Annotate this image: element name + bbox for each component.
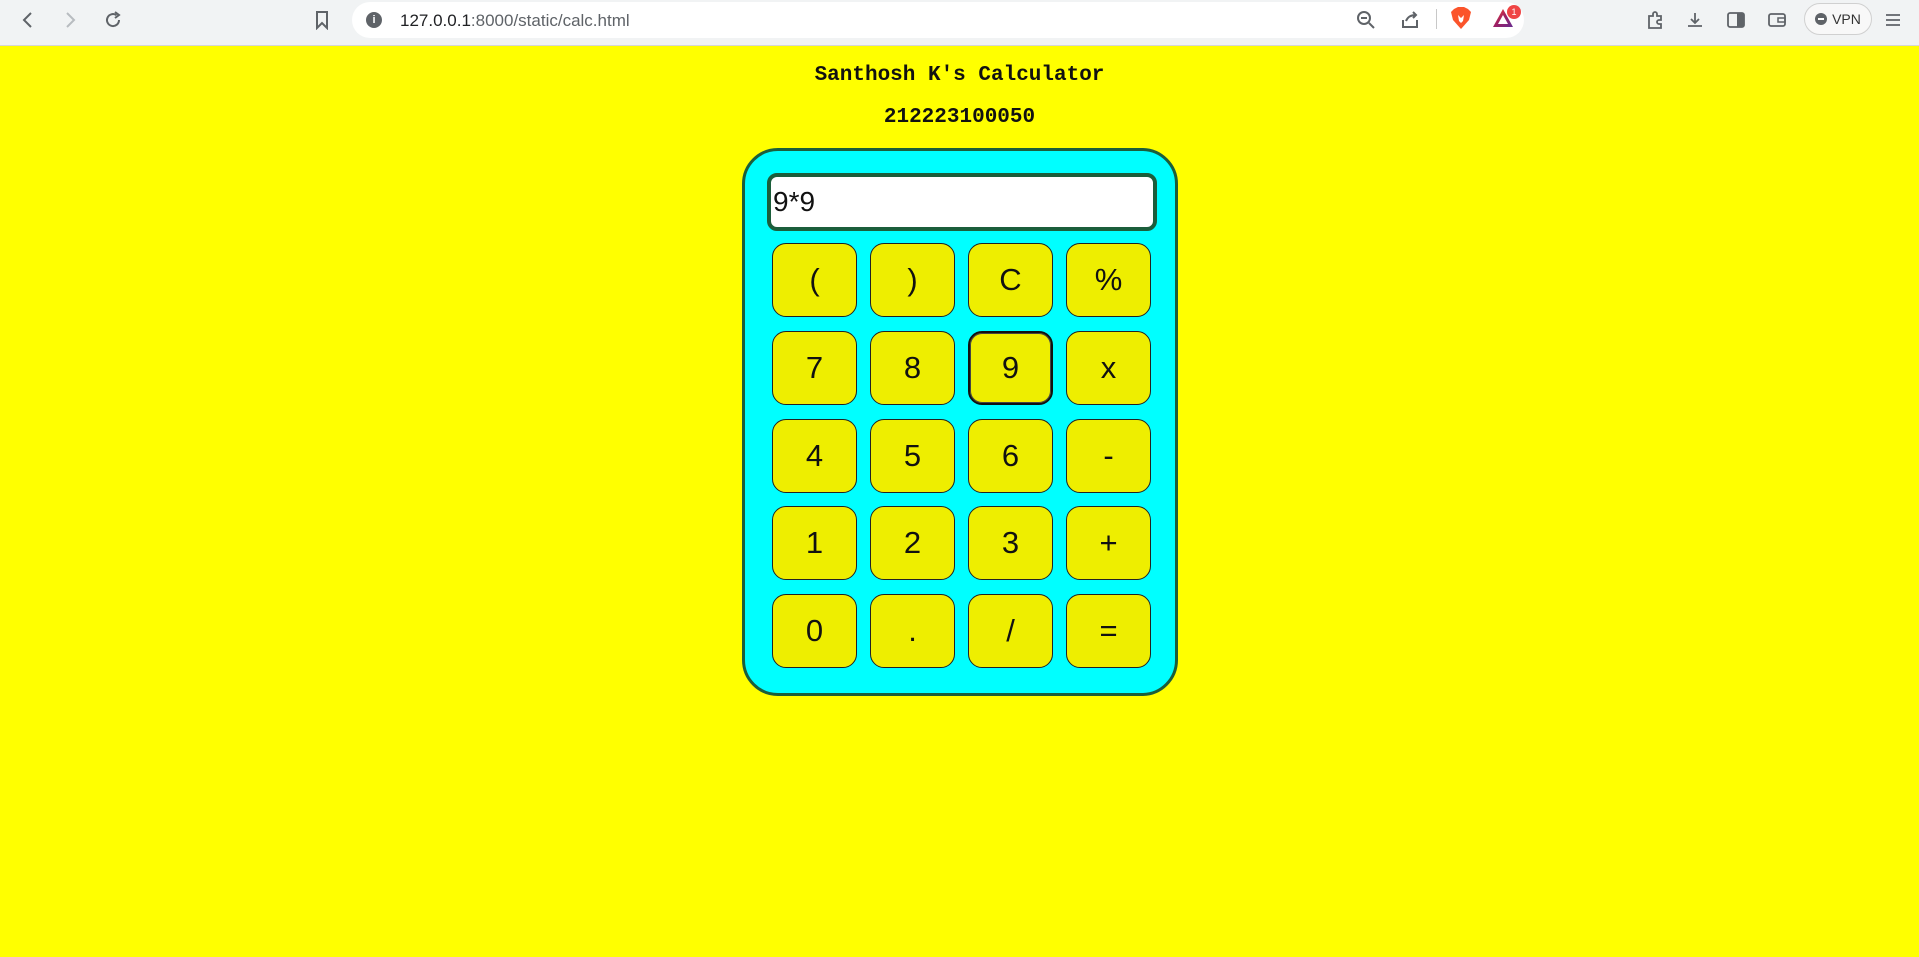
brave-shields-icon[interactable] (1450, 6, 1472, 30)
key-multiply[interactable]: x (1066, 331, 1151, 405)
key-8[interactable]: 8 (870, 331, 955, 405)
browser-toolbar: i 127.0.0.1:8000/static/calc.html 1 VPN (0, 0, 1919, 46)
url-path: :8000/static/calc.html (470, 11, 630, 30)
key-5[interactable]: 5 (870, 419, 955, 493)
key-clear[interactable]: C (968, 243, 1053, 317)
key-open-paren[interactable]: ( (772, 243, 857, 317)
share-icon[interactable] (1400, 10, 1420, 35)
site-info-icon[interactable]: i (366, 12, 382, 28)
page-title: Santhosh K's Calculator (814, 64, 1105, 87)
sidebar-icon[interactable] (1720, 6, 1752, 34)
url-host: 127.0.0.1 (400, 11, 471, 30)
key-subtract[interactable]: - (1066, 419, 1151, 493)
key-add[interactable]: + (1066, 506, 1151, 580)
vpn-button[interactable]: VPN (1804, 3, 1872, 35)
key-percent[interactable]: % (1066, 243, 1151, 317)
key-equals[interactable]: = (1066, 594, 1151, 668)
wallet-icon[interactable] (1761, 6, 1793, 34)
register-number: 212223100050 (883, 106, 1036, 129)
back-icon[interactable] (12, 6, 44, 34)
calculator-display[interactable] (767, 173, 1157, 231)
key-3[interactable]: 3 (968, 506, 1053, 580)
key-divide[interactable]: / (968, 594, 1053, 668)
key-close-paren[interactable]: ) (870, 243, 955, 317)
key-decimal[interactable]: . (870, 594, 955, 668)
bookmark-icon[interactable] (306, 6, 338, 34)
url-text[interactable]: 127.0.0.1:8000/static/calc.html (400, 11, 630, 31)
key-2[interactable]: 2 (870, 506, 955, 580)
zoom-out-icon[interactable] (1356, 10, 1376, 35)
address-bar[interactable]: i 127.0.0.1:8000/static/calc.html (352, 2, 1524, 38)
toolbar-separator (1436, 9, 1437, 29)
notification-badge: 1 (1507, 5, 1521, 19)
key-7[interactable]: 7 (772, 331, 857, 405)
vpn-status-icon (1815, 13, 1828, 25)
key-4[interactable]: 4 (772, 419, 857, 493)
extensions-icon[interactable] (1639, 6, 1671, 34)
forward-icon[interactable] (54, 6, 86, 34)
calculator: ( ) C % 7 8 9 x 4 5 6 - 1 2 3 + 0 . / = (742, 148, 1178, 696)
vpn-label: VPN (1832, 11, 1861, 27)
key-9[interactable]: 9 (968, 331, 1053, 405)
download-icon[interactable] (1679, 6, 1711, 34)
key-0[interactable]: 0 (772, 594, 857, 668)
key-1[interactable]: 1 (772, 506, 857, 580)
reload-icon[interactable] (97, 6, 129, 34)
key-6[interactable]: 6 (968, 419, 1053, 493)
menu-icon[interactable] (1877, 6, 1909, 34)
